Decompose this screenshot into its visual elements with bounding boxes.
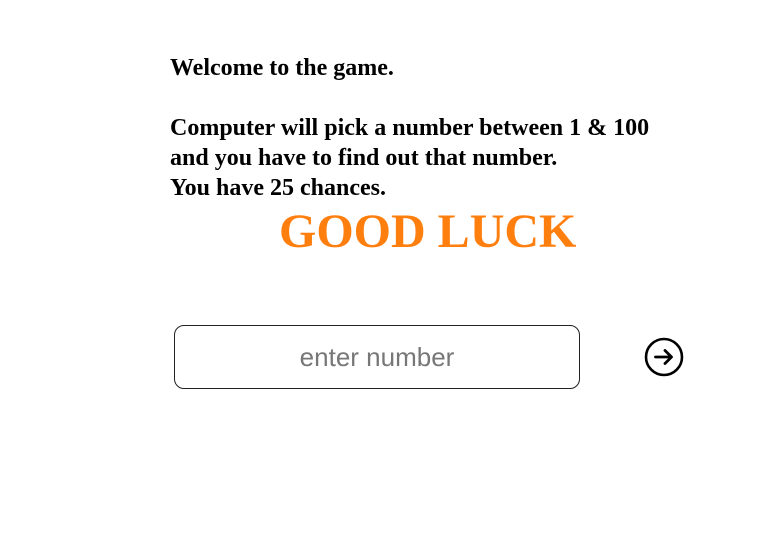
chances-text: You have 25 chances. <box>170 175 387 201</box>
good-luck-heading: GOOD LUCK <box>279 205 577 258</box>
game-instructions: Welcome to the game. Computer will pick … <box>170 53 730 203</box>
submit-guess-button[interactable] <box>643 336 685 378</box>
rules-text-line-2: and you have to find out that number. <box>170 145 558 171</box>
number-guess-input[interactable] <box>174 325 580 389</box>
rules-text-line-1: Computer will pick a number between 1 & … <box>170 115 650 141</box>
welcome-text: Welcome to the game. <box>170 55 394 81</box>
arrow-right-circle-icon <box>644 337 684 377</box>
